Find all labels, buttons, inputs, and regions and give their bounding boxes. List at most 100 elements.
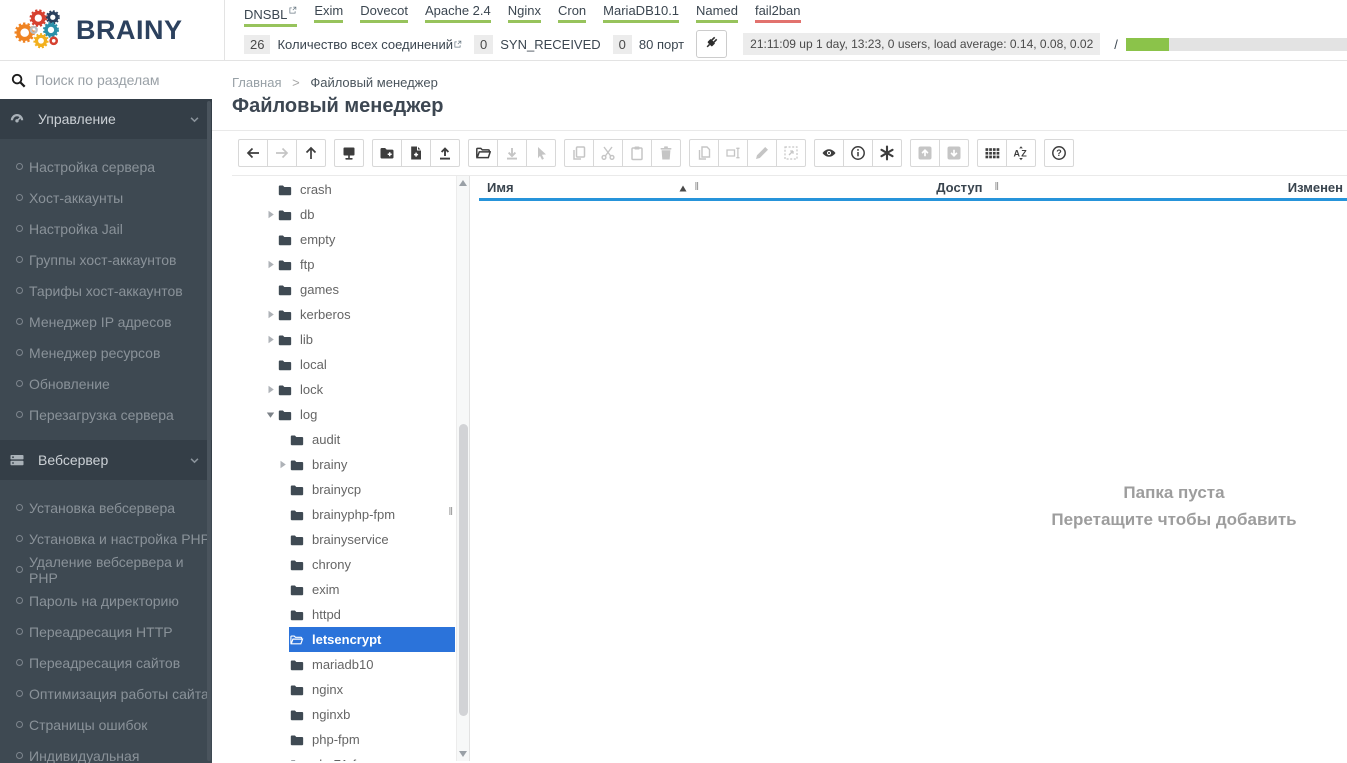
tree-item-ftp[interactable]: ftp — [232, 252, 469, 277]
sidebar-item-0-8[interactable]: Перезагрузка сервера — [0, 399, 212, 430]
sidebar-item-0-2[interactable]: Настройка Jail — [0, 213, 212, 244]
compress-button[interactable] — [910, 139, 940, 167]
column-header-access[interactable]: Доступ ‖ — [699, 180, 999, 195]
root-directory-button[interactable] — [334, 139, 364, 167]
sidebar-item-0-0[interactable]: Настройка сервера — [0, 151, 212, 182]
sidebar-item-1-0[interactable]: Установка вебсервера — [0, 492, 212, 523]
new-folder-button[interactable] — [372, 139, 402, 167]
column-header-modified[interactable]: Изменен — [999, 180, 1347, 195]
tree-scrollbar[interactable] — [456, 176, 469, 761]
tree-item-letsencrypt[interactable]: letsencrypt — [232, 627, 469, 652]
upload-button[interactable] — [430, 139, 460, 167]
tree-item-empty[interactable]: empty — [232, 227, 469, 252]
expand-button[interactable] — [776, 139, 806, 167]
tree-item-db[interactable]: db — [232, 202, 469, 227]
column-header-name[interactable]: Имя ‖ — [479, 180, 699, 195]
info-button[interactable] — [843, 139, 873, 167]
service-link-7[interactable]: Named — [696, 3, 738, 23]
breadcrumb-home[interactable]: Главная — [232, 75, 281, 90]
tree-item-lock[interactable]: lock — [232, 377, 469, 402]
sidebar-item-1-3[interactable]: Пароль на директорию — [0, 585, 212, 616]
service-link-8[interactable]: fail2ban — [754, 3, 801, 23]
sidebar-item-0-6[interactable]: Менеджер ресурсов — [0, 337, 212, 368]
cut-button[interactable] — [593, 139, 623, 167]
expand-arrow-icon[interactable] — [264, 310, 277, 319]
tree-item-log[interactable]: log — [232, 402, 469, 427]
expand-arrow-icon[interactable] — [276, 460, 289, 469]
tree-item-exim[interactable]: exim — [232, 577, 469, 602]
sort-button[interactable]: AZ — [1006, 139, 1036, 167]
tree-item-crash[interactable]: crash — [232, 177, 469, 202]
tree-item-lib[interactable]: lib — [232, 327, 469, 352]
sidebar-scrollbar[interactable] — [207, 101, 211, 761]
connections-plug-button[interactable] — [696, 30, 728, 58]
panel-resize-handle[interactable]: ‖ — [448, 506, 453, 518]
tree-item-mariadb10[interactable]: mariadb10 — [232, 652, 469, 677]
forward-button[interactable] — [267, 139, 297, 167]
help-button[interactable]: ? — [1044, 139, 1074, 167]
tree-item-chrony[interactable]: chrony — [232, 552, 469, 577]
tree-item-brainy[interactable]: brainy — [232, 452, 469, 477]
scroll-down-arrow-icon[interactable] — [459, 751, 467, 757]
connections-link[interactable]: Количество всех соединений — [277, 37, 462, 52]
collapse-arrow-icon[interactable] — [264, 411, 277, 419]
sidebar-section-0[interactable]: Управление — [0, 99, 212, 139]
paste-button[interactable] — [622, 139, 652, 167]
back-button[interactable] — [238, 139, 268, 167]
tree-item-nginx[interactable]: nginx — [232, 677, 469, 702]
tree-item-nginxb[interactable]: nginxb — [232, 702, 469, 727]
sidebar-item-1-6[interactable]: Оптимизация работы сайта — [0, 678, 212, 709]
service-link-5[interactable]: Cron — [557, 3, 587, 23]
service-link-4[interactable]: Nginx — [507, 3, 541, 23]
sidebar-item-1-7[interactable]: Страницы ошибок — [0, 709, 212, 740]
tree-item-audit[interactable]: audit — [232, 427, 469, 452]
sidebar-item-1-1[interactable]: Установка и настройка PHP — [0, 523, 212, 554]
rename-button[interactable] — [718, 139, 748, 167]
service-link-6[interactable]: MariaDB10.1 — [603, 3, 680, 23]
download-button[interactable] — [497, 139, 527, 167]
search-input[interactable] — [35, 72, 201, 88]
scroll-up-arrow-icon[interactable] — [459, 180, 467, 186]
open-folder-button[interactable] — [468, 139, 498, 167]
expand-arrow-icon[interactable] — [264, 260, 277, 269]
tree-item-brainycp[interactable]: brainycp — [232, 477, 469, 502]
sidebar-item-0-7[interactable]: Обновление — [0, 368, 212, 399]
expand-arrow-icon[interactable] — [264, 210, 277, 219]
expand-arrow-icon[interactable] — [264, 385, 277, 394]
edit-button[interactable] — [747, 139, 777, 167]
sidebar-item-0-5[interactable]: Менеджер IP адресов — [0, 306, 212, 337]
tree-item-local[interactable]: local — [232, 352, 469, 377]
permissions-button[interactable] — [872, 139, 902, 167]
preview-button[interactable] — [814, 139, 844, 167]
up-button[interactable] — [296, 139, 326, 167]
select-button[interactable] — [526, 139, 556, 167]
tree-item-games[interactable]: games — [232, 277, 469, 302]
copy-button[interactable] — [564, 139, 594, 167]
tree-item-kerberos[interactable]: kerberos — [232, 302, 469, 327]
sidebar-item-0-1[interactable]: Хост-аккаунты — [0, 182, 212, 213]
tree-item-brainyphp-fpm[interactable]: brainyphp-fpm — [232, 502, 469, 527]
sidebar-item-0-3[interactable]: Группы хост-аккаунтов — [0, 244, 212, 275]
new-file-button[interactable] — [401, 139, 431, 167]
tree-item-php71-fpm[interactable]: php71-fpm — [232, 752, 469, 761]
tree-item-php-fpm[interactable]: php-fpm — [232, 727, 469, 752]
tree-item-brainyservice[interactable]: brainyservice — [232, 527, 469, 552]
service-link-0[interactable]: DNSBL — [244, 3, 298, 27]
expand-arrow-icon[interactable] — [264, 335, 277, 344]
sidebar-item-1-5[interactable]: Переадресация сайтов — [0, 647, 212, 678]
sidebar-item-1-8[interactable]: Индивидуальная — [0, 740, 212, 763]
scrollbar-thumb[interactable] — [459, 424, 468, 716]
service-link-1[interactable]: Exim — [314, 3, 344, 23]
sidebar-item-0-4[interactable]: Тарифы хост-аккаунтов — [0, 275, 212, 306]
grid-view-button[interactable] — [977, 139, 1007, 167]
sidebar-section-1[interactable]: Вебсервер — [0, 440, 212, 480]
tree-item-httpd[interactable]: httpd — [232, 602, 469, 627]
delete-button[interactable] — [651, 139, 681, 167]
sidebar-item-1-4[interactable]: Переадресация HTTP — [0, 616, 212, 647]
service-link-2[interactable]: Dovecot — [360, 3, 408, 23]
extract-button[interactable] — [939, 139, 969, 167]
sidebar-item-1-2[interactable]: Удаление вебсервера и PHP — [0, 554, 212, 586]
duplicate-button[interactable] — [689, 139, 719, 167]
service-link-3[interactable]: Apache 2.4 — [424, 3, 491, 23]
logo[interactable]: BRAINY — [0, 0, 225, 60]
